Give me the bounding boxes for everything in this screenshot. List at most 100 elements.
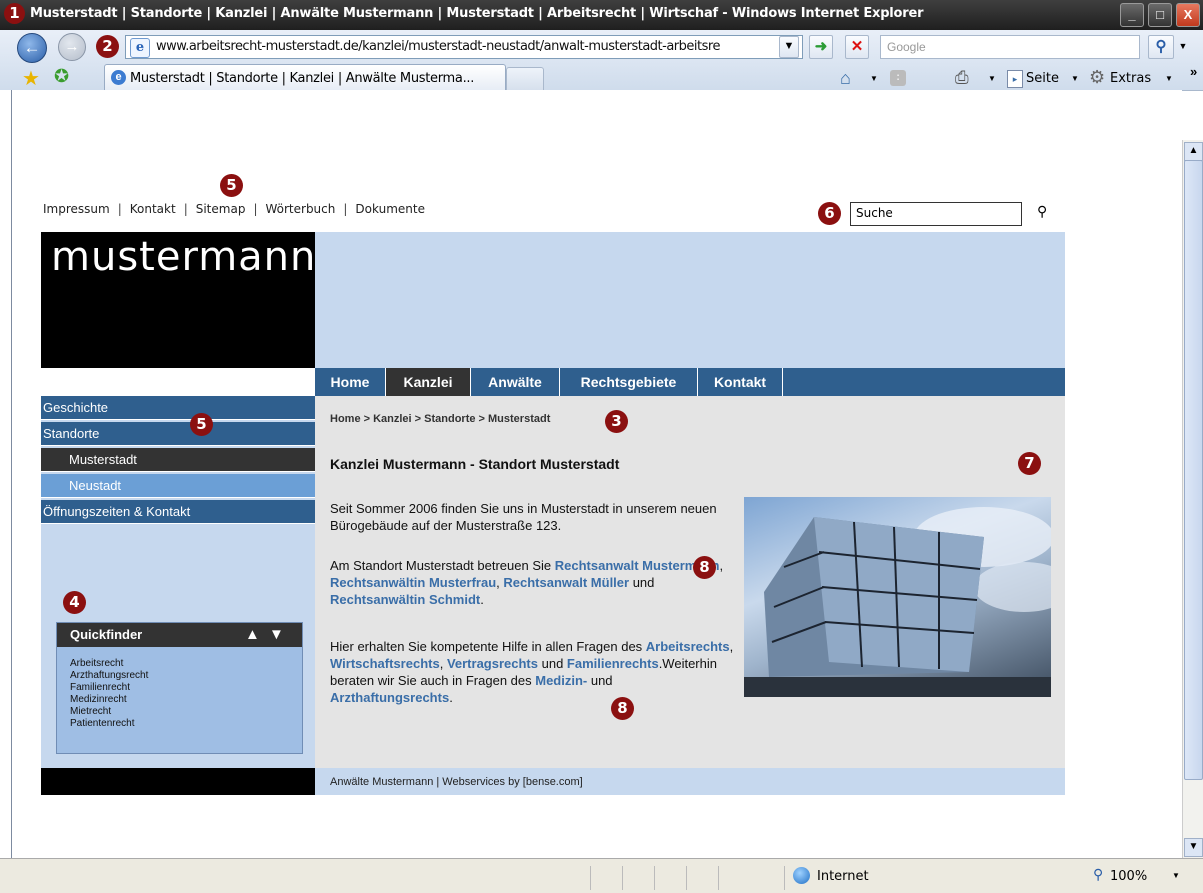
home-icon[interactable]: ⌂ xyxy=(840,68,851,89)
search-placeholder: Google xyxy=(887,40,926,54)
quickfinder-item[interactable]: Patientenrecht xyxy=(70,718,135,729)
zoom-level[interactable]: 100% xyxy=(1110,869,1147,884)
window-title: Musterstadt | Standorte | Kanzlei | Anwä… xyxy=(30,6,924,21)
law-link-familienrecht[interactable]: Familienrechts xyxy=(567,656,659,671)
page-dropdown-icon[interactable]: ▼ xyxy=(1071,74,1079,83)
home-dropdown-icon[interactable]: ▼ xyxy=(870,74,878,83)
close-button[interactable]: X xyxy=(1176,3,1200,27)
nav-kontakt[interactable]: Kontakt xyxy=(698,368,783,396)
law-link-wirtschaftsrecht[interactable]: Wirtschaftsrechts xyxy=(330,656,440,671)
sidebar-item-musterstadt[interactable]: Musterstadt xyxy=(41,448,315,472)
ie-tab-icon: e xyxy=(111,70,126,85)
quickfinder-item[interactable]: Mietrecht xyxy=(70,706,111,717)
lawyer-link-mueller[interactable]: Rechtsanwalt Müller xyxy=(503,575,629,590)
building-illustration xyxy=(744,507,1051,697)
law-link-vertragsrecht[interactable]: Vertragsrechts xyxy=(447,656,538,671)
law-link-medizin[interactable]: Medizin- xyxy=(535,673,587,688)
quickfinder-box: Quickfinder ▲ ▼ Arbeitsrecht Arzthaftung… xyxy=(56,622,303,754)
footer-text[interactable]: Anwälte Mustermann | Webservices by [ben… xyxy=(330,776,583,788)
search-icon: ⚲ xyxy=(1037,203,1048,219)
tab-current[interactable]: e Musterstadt | Standorte | Kanzlei | An… xyxy=(104,64,506,91)
sidebar-item-oeffnungszeiten[interactable]: Öffnungszeiten & Kontakt xyxy=(41,500,315,524)
scroll-down-button[interactable]: ▼ xyxy=(1184,838,1203,857)
quickfinder-title: Quickfinder xyxy=(70,627,143,642)
chevron-down-icon: ▼ xyxy=(783,40,795,52)
go-button[interactable]: ➜ xyxy=(809,35,833,59)
law-link-arzthaftung[interactable]: Arzthaftungsrechts xyxy=(330,690,449,705)
text: und xyxy=(587,673,613,688)
quickfinder-up-icon[interactable]: ▲ xyxy=(245,623,260,647)
separator: | xyxy=(117,202,122,216)
sidebar-item-standorte[interactable]: Standorte xyxy=(41,422,315,446)
print-icon[interactable]: ⎙ xyxy=(955,68,969,88)
sidebar-item-neustadt[interactable]: Neustadt xyxy=(41,474,315,498)
address-bar[interactable]: e www.arbeitsrecht-musterstadt.de/kanzle… xyxy=(125,35,803,59)
sitemap-link[interactable]: Sitemap xyxy=(196,202,246,216)
browser-search-input[interactable]: Google xyxy=(880,35,1140,59)
page-title: Kanzlei Mustermann - Standort Musterstad… xyxy=(330,456,620,472)
maximize-button[interactable]: □ xyxy=(1148,3,1172,27)
dokumente-link[interactable]: Dokumente xyxy=(355,202,425,216)
annotation-marker-2: 2 xyxy=(96,35,119,58)
scroll-thumb[interactable] xyxy=(1184,160,1203,780)
url-text[interactable]: www.arbeitsrecht-musterstadt.de/kanzlei/… xyxy=(156,39,778,54)
chevron-down-icon: ▼ xyxy=(1178,41,1188,51)
nav-rechtsgebiete[interactable]: Rechtsgebiete xyxy=(560,368,698,396)
services-paragraph: Hier erhalten Sie kompetente Hilfe in al… xyxy=(330,638,735,706)
back-button[interactable]: ← xyxy=(17,33,47,63)
annotation-marker-3: 3 xyxy=(605,410,628,433)
quickfinder-down-icon[interactable]: ▼ xyxy=(269,623,284,647)
back-arrow-icon: ← xyxy=(23,38,41,57)
zoom-dropdown-icon[interactable]: ▼ xyxy=(1172,871,1180,880)
quickfinder-item[interactable]: Arzthaftungsrecht xyxy=(70,670,148,681)
annotation-marker-5: 5 xyxy=(220,174,243,197)
status-separator xyxy=(622,866,623,890)
annotation-marker-5: 5 xyxy=(190,413,213,436)
toolbar-overflow-icon[interactable]: » xyxy=(1190,64,1197,79)
impressum-link[interactable]: Impressum xyxy=(43,202,110,216)
logo-block[interactable]: mustermann xyxy=(41,232,315,368)
quickfinder-item[interactable]: Arbeitsrecht xyxy=(70,658,123,669)
add-favorites-icon[interactable]: ✪ xyxy=(54,66,69,87)
tools-menu[interactable]: Extras xyxy=(1110,71,1151,86)
woerterbuch-link[interactable]: Wörterbuch xyxy=(265,202,335,216)
window-title-bar[interactable]: 1 Musterstadt | Standorte | Kanzlei | An… xyxy=(0,0,1203,30)
new-tab-button[interactable] xyxy=(506,67,544,91)
sidebar-item-geschichte[interactable]: Geschichte xyxy=(41,396,315,420)
security-zone[interactable]: Internet xyxy=(817,869,869,884)
nav-anwaelte[interactable]: Anwälte xyxy=(471,368,560,396)
site-search-input[interactable]: Suche xyxy=(850,202,1022,226)
text: und xyxy=(538,656,567,671)
annotation-marker-7: 7 xyxy=(1018,452,1041,475)
feeds-icon[interactable]: ∶ xyxy=(890,70,906,86)
tools-dropdown-icon[interactable]: ▼ xyxy=(1165,74,1173,83)
site-search-button[interactable]: ⚲ xyxy=(1037,203,1047,220)
zoom-icon: ⚲ xyxy=(1093,866,1104,882)
search-options-button[interactable]: ▼ xyxy=(1176,36,1190,56)
forward-button[interactable]: → xyxy=(58,33,86,61)
lawyer-link-musterfrau[interactable]: Rechtsanwältin Musterfrau xyxy=(330,575,496,590)
scroll-up-button[interactable]: ▲ xyxy=(1184,142,1203,161)
forward-arrow-icon: → xyxy=(64,38,80,55)
quickfinder-item[interactable]: Medizinrecht xyxy=(70,694,127,705)
gear-icon: ⚙ xyxy=(1089,67,1106,87)
law-link-arbeitsrecht[interactable]: Arbeitsrechts xyxy=(646,639,730,654)
stop-button[interactable]: ✕ xyxy=(845,35,869,59)
lawyer-link-schmidt[interactable]: Rechtsanwältin Schmidt xyxy=(330,592,480,607)
status-separator xyxy=(590,866,591,890)
page-menu[interactable]: Seite xyxy=(1026,71,1059,86)
favorites-star-icon[interactable]: ★ xyxy=(22,66,40,91)
kontakt-link[interactable]: Kontakt xyxy=(130,202,176,216)
breadcrumb[interactable]: Home > Kanzlei > Standorte > Musterstadt xyxy=(330,413,550,425)
globe-icon xyxy=(793,867,810,884)
lawyers-paragraph: Am Standort Musterstadt betreuen Sie Rec… xyxy=(330,557,735,608)
print-dropdown-icon[interactable]: ▼ xyxy=(988,74,996,83)
nav-home[interactable]: Home xyxy=(315,368,386,396)
top-links: Impressum | Kontakt | Sitemap | Wörterbuch | Dok… xyxy=(43,202,425,216)
quickfinder-item[interactable]: Familienrecht xyxy=(70,682,130,693)
browser-search-button[interactable]: ⚲ xyxy=(1148,35,1174,59)
address-dropdown-button[interactable]: ▼ xyxy=(779,36,799,58)
text: , xyxy=(439,656,447,671)
minimize-button[interactable]: _ xyxy=(1120,3,1144,27)
nav-kanzlei[interactable]: Kanzlei xyxy=(386,368,471,396)
